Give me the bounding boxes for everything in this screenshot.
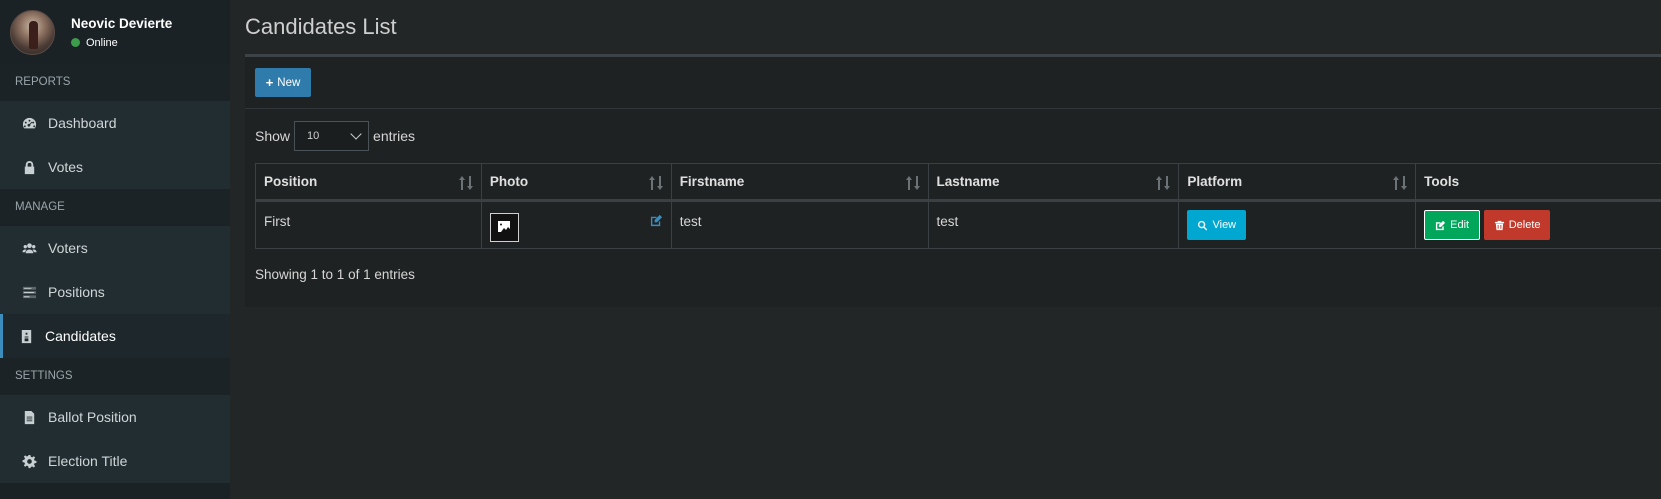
sort-icon bbox=[1156, 175, 1171, 191]
sort-icon bbox=[648, 175, 663, 191]
view-button-label: View bbox=[1212, 219, 1237, 231]
sidebar-item-label: Voters bbox=[48, 240, 88, 256]
entries-label: entries bbox=[373, 128, 416, 144]
sidebar-item-label: Ballot Position bbox=[48, 409, 137, 425]
table-info: Showing 1 to 1 of 1 entries bbox=[255, 267, 415, 282]
cell-position: First bbox=[255, 200, 482, 249]
view-platform-button[interactable]: View bbox=[1187, 210, 1247, 240]
candidates-box: + New Show 10 entries Position Photo Fir… bbox=[245, 54, 1661, 307]
column-label: Platform bbox=[1187, 174, 1243, 189]
chevron-down-icon bbox=[350, 128, 362, 140]
sidebar-item-label: Positions bbox=[48, 284, 105, 300]
column-header-lastname[interactable]: Lastname bbox=[927, 163, 1180, 202]
cell-platform: View bbox=[1178, 200, 1417, 249]
section-header-reports: REPORTS bbox=[0, 64, 230, 101]
column-label: Position bbox=[264, 174, 318, 189]
column-header-photo[interactable]: Photo bbox=[480, 163, 672, 202]
sidebar-item-label: Dashboard bbox=[48, 115, 117, 131]
entries-select-value: 10 bbox=[307, 130, 320, 142]
column-label: Lastname bbox=[936, 174, 1000, 189]
user-status: Online bbox=[71, 37, 172, 49]
cell-lastname: test bbox=[927, 200, 1180, 249]
sidebar-item-label: Election Title bbox=[48, 453, 128, 469]
new-button-label: New bbox=[277, 76, 301, 89]
candidates-table: Position Photo Firstname Lastname Platfo… bbox=[255, 163, 1661, 249]
avatar bbox=[10, 9, 55, 55]
search-icon bbox=[1198, 220, 1208, 230]
column-header-platform[interactable]: Platform bbox=[1178, 163, 1417, 202]
column-label: Tools bbox=[1424, 174, 1460, 189]
section-header-manage: MANAGE bbox=[0, 189, 230, 226]
length-menu: Show 10 entries bbox=[255, 121, 415, 151]
user-panel: Neovic Devierte Online bbox=[0, 0, 230, 64]
cell-photo bbox=[480, 200, 672, 249]
sidebar-item-candidates[interactable]: Candidates bbox=[0, 314, 230, 358]
file-icon bbox=[21, 409, 37, 425]
sidebar-item-label: Candidates bbox=[45, 328, 116, 344]
broken-image-icon bbox=[498, 221, 511, 232]
edit-button-label: Edit bbox=[1450, 219, 1470, 231]
column-header-firstname[interactable]: Firstname bbox=[670, 163, 929, 202]
page-title: Candidates List bbox=[245, 14, 397, 39]
edit-photo-icon[interactable] bbox=[650, 214, 663, 227]
edit-icon bbox=[1436, 220, 1446, 230]
sort-icon bbox=[458, 175, 473, 191]
sidebar-item-positions[interactable]: Positions bbox=[0, 270, 230, 314]
id-badge-icon bbox=[18, 328, 34, 344]
edit-button[interactable]: Edit bbox=[1424, 210, 1481, 240]
cell-text: test bbox=[936, 214, 959, 229]
sidebar-item-dashboard[interactable]: Dashboard bbox=[0, 101, 230, 145]
sidebar-item-voters[interactable]: Voters bbox=[0, 226, 230, 270]
cell-tools: Edit Delete bbox=[1415, 200, 1661, 249]
lock-icon bbox=[21, 159, 37, 175]
section-header-settings: SETTINGS bbox=[0, 358, 230, 395]
column-header-position[interactable]: Position bbox=[255, 163, 482, 202]
user-status-text: Online bbox=[86, 36, 118, 49]
online-status-icon bbox=[71, 38, 80, 47]
user-name: Neovic Devierte bbox=[71, 15, 173, 31]
cell-text: First bbox=[264, 214, 291, 229]
users-icon bbox=[21, 240, 37, 256]
box-header: + New bbox=[245, 57, 1661, 109]
gear-icon bbox=[21, 453, 37, 469]
show-label: Show bbox=[255, 128, 291, 144]
sidebar: Neovic Devierte Online REPORTS Dashboard… bbox=[0, 0, 230, 499]
column-header-tools: Tools bbox=[1415, 163, 1661, 202]
table-row: First test test View Edit Delete bbox=[255, 200, 1661, 249]
trash-icon bbox=[1494, 220, 1504, 230]
sidebar-item-votes[interactable]: Votes bbox=[0, 145, 230, 189]
dashboard-icon bbox=[21, 115, 37, 131]
sidebar-item-election-title[interactable]: Election Title bbox=[0, 439, 230, 483]
column-label: Photo bbox=[489, 174, 529, 189]
sort-icon bbox=[905, 175, 920, 191]
delete-button-label: Delete bbox=[1508, 219, 1541, 231]
delete-button[interactable]: Delete bbox=[1484, 210, 1551, 240]
table-header-row: Position Photo Firstname Lastname Platfo… bbox=[255, 163, 1661, 202]
column-label: Firstname bbox=[679, 174, 745, 189]
cell-firstname: test bbox=[670, 200, 929, 249]
tasks-icon bbox=[21, 284, 37, 300]
sidebar-item-label: Votes bbox=[48, 159, 84, 175]
user-info: Neovic Devierte Online bbox=[71, 16, 172, 49]
entries-select[interactable]: 10 bbox=[294, 121, 370, 151]
new-button[interactable]: + New bbox=[255, 68, 311, 97]
main-content: Candidates List + New Show 10 entries Po… bbox=[230, 0, 1661, 499]
sort-icon bbox=[1393, 175, 1408, 191]
sidebar-item-ballot-position[interactable]: Ballot Position bbox=[0, 395, 230, 439]
plus-icon: + bbox=[265, 75, 274, 90]
cell-text: test bbox=[679, 214, 702, 229]
candidate-photo bbox=[489, 212, 519, 242]
